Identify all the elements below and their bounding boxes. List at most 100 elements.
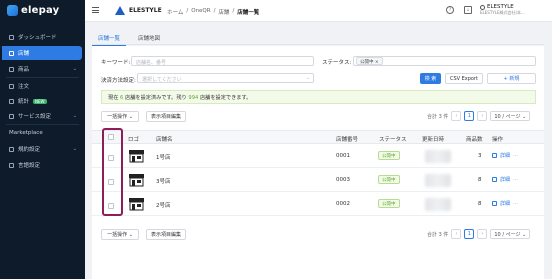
total-count: 合計 3 件 <box>427 113 449 120</box>
search-button[interactable]: 検 索 <box>420 73 441 84</box>
divider <box>6 124 79 125</box>
prev-page-icon[interactable]: ‹ <box>451 111 462 121</box>
detail-icon <box>492 201 497 206</box>
page-size-select[interactable]: 10 / ページ ⌄ <box>490 111 531 121</box>
col-updated: 更新日時 <box>422 137 445 143</box>
settings-icon <box>9 113 14 119</box>
sidebar-item-stores[interactable]: 店舗 <box>2 46 82 60</box>
page-number[interactable]: 1 <box>464 111 475 121</box>
divider <box>6 77 79 78</box>
settlement-select[interactable]: 選択してください ⌄ <box>137 73 314 83</box>
dashboard-icon <box>9 34 14 40</box>
store-name[interactable]: 3号店 <box>156 177 171 185</box>
tab-divider <box>92 44 544 45</box>
breadcrumb-home[interactable]: ホーム <box>167 8 183 16</box>
sidebar-item-service-settings[interactable]: サービス設定 ⌄ <box>0 109 85 123</box>
new-badge: NEW <box>33 98 47 104</box>
logo-text: elepay <box>21 5 60 16</box>
next-page-icon[interactable]: › <box>477 111 488 121</box>
sidebar-item-stats[interactable]: 統計 NEW <box>0 94 85 108</box>
more-icon[interactable]: ··· <box>513 201 518 207</box>
user-menu[interactable]: ELESTYLE ELESTYLE株式会社(本... <box>480 4 525 16</box>
chart-icon <box>9 98 14 104</box>
more-icon[interactable]: ··· <box>513 177 518 183</box>
detail-link[interactable]: 詳細 <box>500 152 510 159</box>
col-actions: 操作 <box>492 137 504 143</box>
brand-logo-icon <box>115 6 125 15</box>
status-badge: 公開中 <box>378 175 400 184</box>
csv-export-button[interactable]: CSV Export <box>445 73 483 84</box>
sidebar-item-language[interactable]: 言語設定 <box>0 158 85 172</box>
chevron-down-icon: ⌄ <box>72 113 77 119</box>
chevron-down-icon: ⌄ <box>305 75 310 81</box>
sidebar-item-label: ダッシュボード <box>18 35 57 41</box>
breadcrumb-oneqr[interactable]: OneQR <box>191 8 210 16</box>
notice-current-count: 6 <box>120 95 124 101</box>
next-page-icon[interactable]: › <box>477 229 488 239</box>
notice-prefix: 現在 <box>108 95 119 101</box>
top-header: ELESTYLE ホーム / OneQR / 店舗 / 店舗一覧 ? ↓ ELESTY… <box>85 0 552 22</box>
detail-icon <box>492 153 497 158</box>
sidebar-item-label: 統計 <box>18 99 30 105</box>
help-icon[interactable]: ? <box>446 6 454 14</box>
row-actions: 詳細 ··· <box>492 176 518 183</box>
table-row[interactable]: 1号店 0001 公開中 3 詳細 ··· <box>92 145 544 168</box>
bulk-action-button-bottom[interactable]: 一括操作 ⌄ <box>101 229 139 240</box>
updated-date-redacted <box>425 150 451 163</box>
breadcrumb-stores[interactable]: 店舗 <box>218 8 229 16</box>
prev-page-icon[interactable]: ‹ <box>451 229 462 239</box>
status-label: ステータス: <box>322 60 352 66</box>
pagination-bottom: 合計 3 件 ‹ 1 › 10 / ページ ⌄ <box>427 229 531 239</box>
sidebar-item-orders[interactable]: 注文 <box>0 79 85 93</box>
product-icon <box>9 66 14 72</box>
new-store-button[interactable]: + 新規 <box>487 73 536 84</box>
store-name[interactable]: 2号店 <box>156 201 171 209</box>
sidebar-item-products[interactable]: 商品 ⌄ <box>0 62 85 76</box>
chevron-down-icon: ⌄ <box>72 66 77 72</box>
sidebar-item-marketplace[interactable]: Marketplace <box>0 126 85 140</box>
keyword-input[interactable]: 店舗名、番号 <box>131 56 314 66</box>
elepay-logo[interactable]: elepay <box>7 5 59 16</box>
breadcrumb: ホーム / OneQR / 店舗 / 店舗一覧 <box>167 8 260 16</box>
elepay-logo-icon <box>7 5 18 16</box>
store-logo-icon <box>129 174 144 187</box>
row-actions: 詳細 ··· <box>492 152 518 159</box>
product-count: 8 <box>478 201 482 207</box>
table-row[interactable]: 2号店 0002 公開中 8 詳細 ··· <box>92 193 544 216</box>
download-icon[interactable]: ↓ <box>464 6 472 14</box>
more-icon[interactable]: ··· <box>513 153 518 159</box>
total-count: 合計 3 件 <box>427 231 449 238</box>
checkbox-column-highlight <box>102 128 123 216</box>
document-icon <box>9 146 14 152</box>
col-status: ステータス <box>379 137 407 143</box>
brand: ELESTYLE <box>115 6 162 15</box>
pagination-top: 合計 3 件 ‹ 1 › 10 / ページ ⌄ <box>427 111 531 121</box>
sidebar-item-terms[interactable]: 規約設定 ⌄ <box>0 142 85 156</box>
bulk-action-button[interactable]: 一括操作 ⌄ <box>101 111 139 122</box>
store-name[interactable]: 1号店 <box>156 153 171 161</box>
store-number: 0002 <box>336 201 350 207</box>
detail-link[interactable]: 詳細 <box>500 200 510 207</box>
keyword-placeholder: 店舗名、番号 <box>136 60 167 66</box>
notice-remaining-count: 994 <box>188 95 199 101</box>
sidebar-item-dashboard[interactable]: ダッシュボード <box>0 30 85 44</box>
sidebar-item-label: 言語設定 <box>18 163 41 169</box>
notice-suffix: 店舗を設定できます。 <box>199 95 252 101</box>
product-count: 3 <box>478 153 482 159</box>
globe-icon <box>9 162 14 168</box>
store-quota-notice: 現在 6 店舗を設定済みです。残り 994 店舗を設定できます。 <box>101 90 536 104</box>
sidebar-item-label: 店舗 <box>18 51 30 57</box>
settlement-label: 決済方法設定: <box>101 78 136 84</box>
edit-columns-button-bottom[interactable]: 表示項目編集 <box>146 229 186 240</box>
menu-toggle-icon[interactable] <box>92 7 99 13</box>
sidebar-item-label: サービス設定 <box>18 114 52 120</box>
table-row[interactable]: 3号店 0003 公開中 8 詳細 ··· <box>92 169 544 192</box>
status-chip[interactable]: 公開中 × <box>356 57 383 65</box>
col-store-number: 店舗番号 <box>336 137 359 143</box>
page-number[interactable]: 1 <box>464 229 475 239</box>
detail-link[interactable]: 詳細 <box>500 176 510 183</box>
keyword-label: キーワード: <box>101 60 131 66</box>
edit-columns-button[interactable]: 表示項目編集 <box>146 111 186 122</box>
store-logo-icon <box>129 150 144 163</box>
page-size-select[interactable]: 10 / ページ ⌄ <box>490 229 531 239</box>
